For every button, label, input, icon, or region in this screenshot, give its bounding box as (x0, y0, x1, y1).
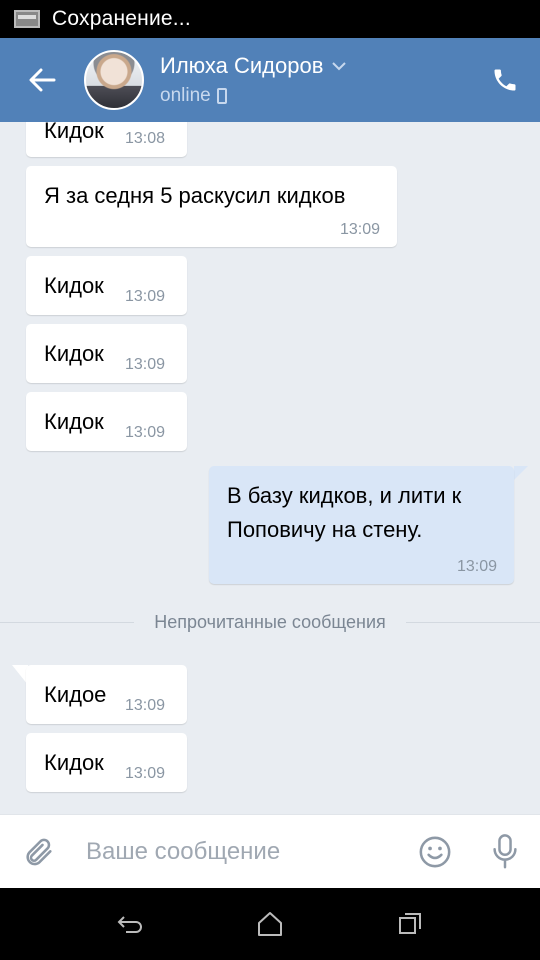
divider-line (0, 622, 135, 623)
message-text: Кидок (44, 750, 104, 775)
message-time: 13:09 (125, 697, 166, 714)
status-bar-text: Сохранение... (52, 7, 191, 30)
arrow-left-icon (29, 68, 56, 92)
mobile-device-icon (216, 88, 227, 104)
message-bubble-incoming[interactable]: Кидок 13:09 (26, 733, 187, 792)
message-time: 13:09 (125, 288, 166, 305)
message-text: В базу кидков, и лити к Поповичу на стен… (227, 483, 462, 542)
message-time: 13:09 (339, 221, 380, 238)
unread-divider: Непрочитанные сообщения (0, 612, 540, 633)
message-bubble-incoming[interactable]: Кидое 13:09 (26, 665, 187, 724)
message-text: Кидое (44, 682, 107, 707)
message-bubble-incoming[interactable]: Кидок 13:09 (26, 392, 187, 451)
contact-status: online (160, 85, 211, 106)
message-composer: Ваше сообщение (0, 814, 540, 888)
nav-back-button[interactable] (100, 894, 160, 954)
voice-record-button[interactable] (470, 815, 540, 889)
message-bubble-incoming[interactable]: Кидок 13:08 (26, 122, 187, 157)
message-input[interactable]: Ваше сообщение (74, 838, 400, 866)
message-text: Кидок (44, 341, 104, 366)
avatar[interactable] (84, 50, 144, 110)
message-text: Я за седня 5 раскусил кидков (44, 183, 346, 208)
message-time: 13:09 (456, 558, 497, 575)
return-icon (117, 916, 142, 933)
contact-name: Илюха Сидоров (160, 53, 324, 78)
contact-info[interactable]: Илюха Сидоров online (160, 53, 470, 107)
microphone-icon (493, 833, 517, 868)
call-button[interactable] (470, 38, 540, 122)
paperclip-icon (26, 838, 52, 865)
recent-apps-icon (399, 913, 421, 934)
smiley-icon (419, 836, 451, 867)
chat-header: Илюха Сидоров online (0, 38, 540, 122)
chevron-down-icon (332, 62, 347, 71)
message-bubble-outgoing[interactable]: В базу кидков, и лити к Поповичу на стен… (209, 466, 514, 584)
nav-recents-button[interactable] (380, 894, 440, 954)
message-time: 13:09 (125, 424, 166, 441)
message-bubble-incoming[interactable]: Кидок 13:09 (26, 324, 187, 383)
attach-button[interactable] (4, 815, 74, 889)
system-navigation-bar (0, 888, 540, 960)
phone-icon (494, 69, 516, 91)
screenshot-icon (14, 10, 40, 28)
message-time: 13:08 (125, 130, 166, 147)
emoji-button[interactable] (400, 815, 470, 889)
message-text: Кидок (44, 409, 104, 434)
message-time: 13:09 (125, 356, 166, 373)
home-icon (258, 912, 282, 936)
message-time: 13:09 (125, 765, 166, 782)
message-list[interactable]: Кидок 13:08 Я за седня 5 раскусил кидков… (0, 122, 540, 814)
bubble-tail (514, 466, 528, 480)
message-bubble-incoming[interactable]: Я за седня 5 раскусил кидков 13:09 (26, 166, 397, 247)
back-button[interactable] (0, 38, 84, 122)
unread-divider-label: Непрочитанные сообщения (154, 612, 386, 632)
message-text: Кидок (44, 273, 104, 298)
status-bar: Сохранение... (0, 0, 540, 38)
nav-home-button[interactable] (240, 894, 300, 954)
message-bubble-incoming[interactable]: Кидок 13:09 (26, 256, 187, 315)
divider-line (405, 622, 540, 623)
message-text: Кидок (44, 122, 104, 143)
